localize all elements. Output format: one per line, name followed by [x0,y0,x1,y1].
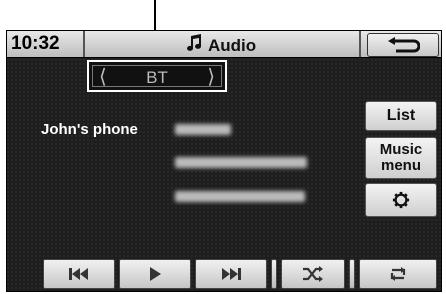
music-menu-label-2: menu [380,157,421,174]
gear-icon [392,191,410,209]
audio-screen: 10:32 Audio ⟨ BT ⟩ John's phone List Mus [6,30,442,292]
status-bar: 10:32 Audio [7,31,441,58]
list-button[interactable]: List [365,101,437,131]
page-title: Audio [187,34,256,57]
music-note-icon [187,34,203,57]
source-selector: ⟨ BT ⟩ [87,60,227,92]
track-title-blurred [175,124,231,135]
play-button[interactable] [119,259,191,289]
album-blurred [175,191,305,202]
back-arrow-icon [388,37,420,53]
list-label: List [386,107,416,124]
divider [359,31,361,57]
divider [83,31,85,57]
chevron-right-icon[interactable]: ⟩ [207,66,215,88]
title-text: Audio [208,35,257,55]
music-menu-label-1: Music [379,141,423,158]
repeat-button[interactable] [359,259,437,289]
play-icon [150,267,161,281]
back-button[interactable] [367,33,439,57]
settings-button[interactable] [365,183,437,217]
source-selector-inner: ⟨ BT ⟩ [92,65,222,88]
music-menu-button[interactable]: Music menu [365,137,437,179]
next-track-icon [222,268,241,280]
shuffle-icon [303,266,323,282]
shuffle-button[interactable] [281,259,345,289]
shuffle-indicator [271,259,277,289]
playback-controls [7,253,441,291]
previous-track-icon [69,268,88,280]
next-track-button[interactable] [195,259,267,289]
source-label: BT [146,68,168,87]
repeat-icon [390,267,406,281]
device-name: John's phone [41,121,138,138]
previous-track-button[interactable] [43,259,115,289]
clock: 10:32 [11,33,60,54]
repeat-indicator [349,259,355,289]
artist-blurred [175,157,307,168]
